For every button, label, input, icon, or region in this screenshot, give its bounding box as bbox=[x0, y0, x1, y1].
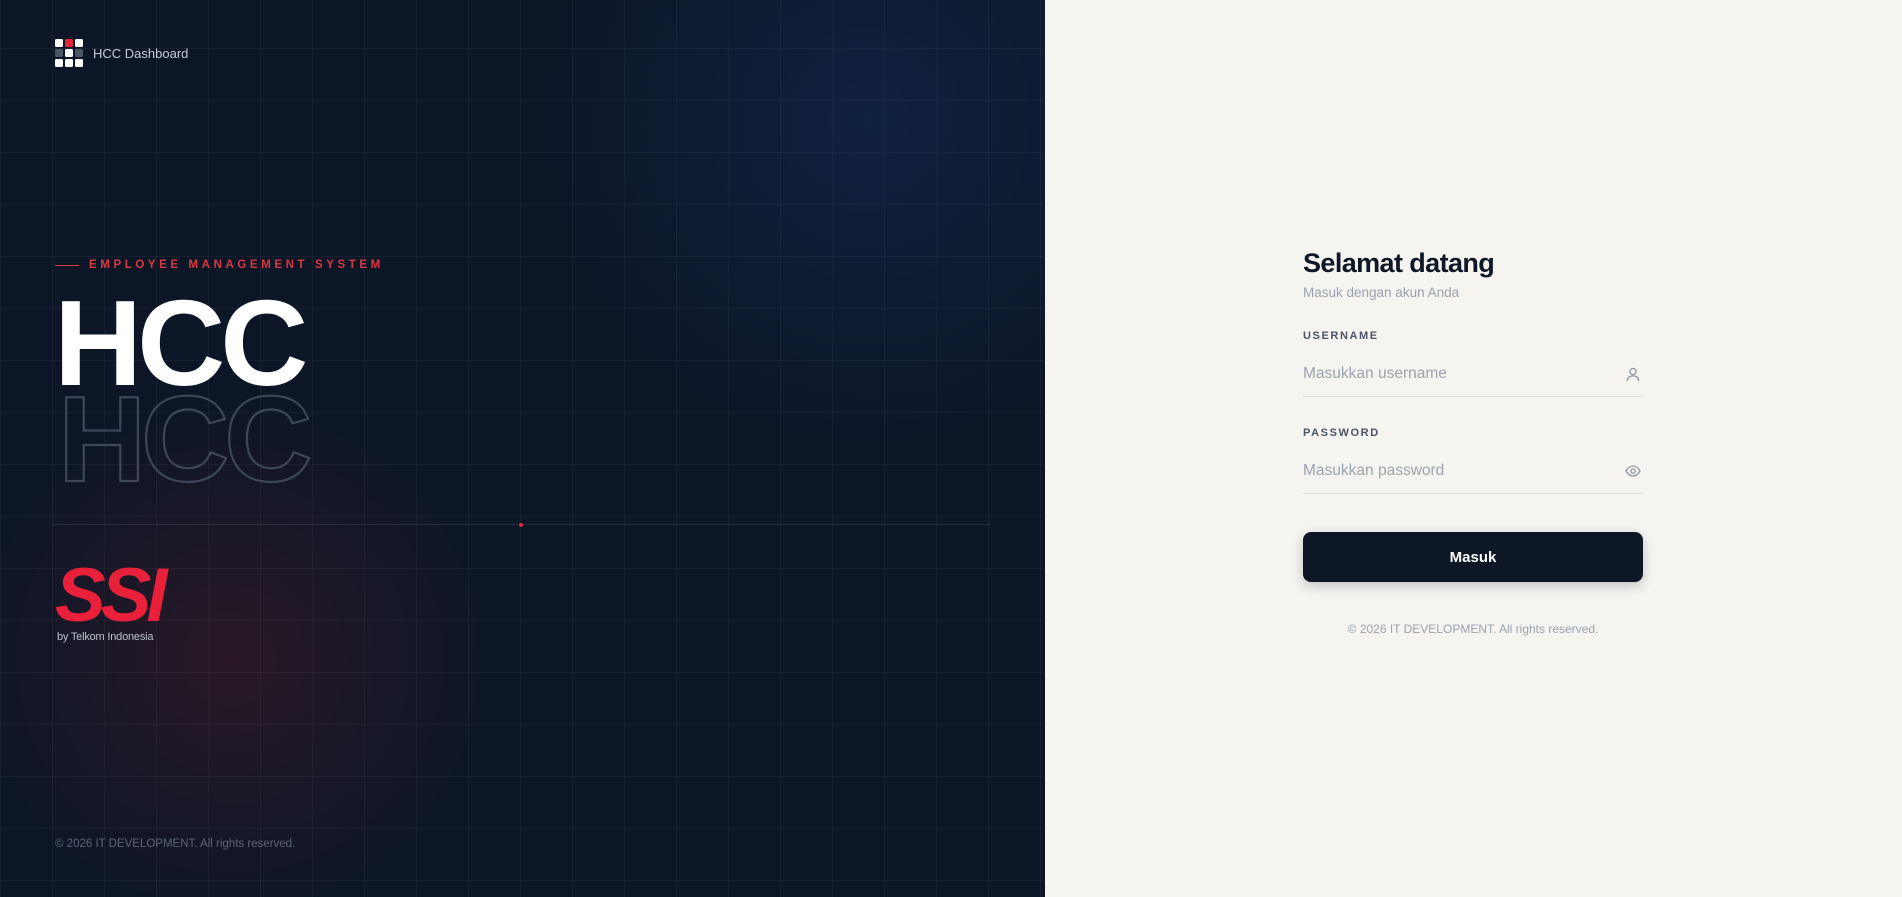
password-input[interactable] bbox=[1303, 449, 1623, 493]
grid-logo-icon bbox=[55, 39, 83, 67]
username-input[interactable] bbox=[1303, 352, 1623, 396]
brand-panel: HCC Dashboard EMPLOYEE MANAGEMENT SYSTEM… bbox=[0, 0, 1045, 897]
password-field bbox=[1303, 449, 1643, 494]
system-eyebrow: EMPLOYEE MANAGEMENT SYSTEM bbox=[55, 259, 384, 271]
user-icon bbox=[1623, 364, 1643, 384]
ssi-tagline: by Telkom Indonesia bbox=[57, 631, 154, 643]
eyebrow-text: EMPLOYEE MANAGEMENT SYSTEM bbox=[89, 259, 384, 271]
hcc-wordmark-outline: HCC bbox=[58, 379, 315, 499]
ssi-logo: SSI bbox=[55, 553, 167, 638]
username-field bbox=[1303, 352, 1643, 397]
login-panel: Selamat datang Masuk dengan akun Anda US… bbox=[1045, 0, 1902, 897]
login-page: HCC Dashboard EMPLOYEE MANAGEMENT SYSTEM… bbox=[0, 0, 1902, 897]
app-name: HCC Dashboard bbox=[93, 45, 189, 61]
divider-dot bbox=[519, 523, 523, 527]
username-label: USERNAME bbox=[1303, 330, 1379, 342]
login-subtitle: Masuk dengan akun Anda bbox=[1303, 285, 1460, 300]
brand-copyright: © 2026 IT DEVELOPMENT. All rights reserv… bbox=[55, 838, 296, 850]
login-copyright: © 2026 IT DEVELOPMENT. All rights reserv… bbox=[1347, 622, 1599, 636]
eyebrow-line bbox=[55, 264, 79, 266]
eye-icon[interactable] bbox=[1623, 461, 1643, 481]
login-button[interactable]: Masuk bbox=[1303, 532, 1643, 582]
login-title: Selamat datang bbox=[1303, 248, 1495, 278]
hcc-outline-text: HCC bbox=[58, 379, 309, 499]
password-label: PASSWORD bbox=[1303, 427, 1380, 439]
login-form: Selamat datang Masuk dengan akun Anda US… bbox=[1303, 244, 1643, 636]
app-brand: HCC Dashboard bbox=[55, 39, 188, 67]
